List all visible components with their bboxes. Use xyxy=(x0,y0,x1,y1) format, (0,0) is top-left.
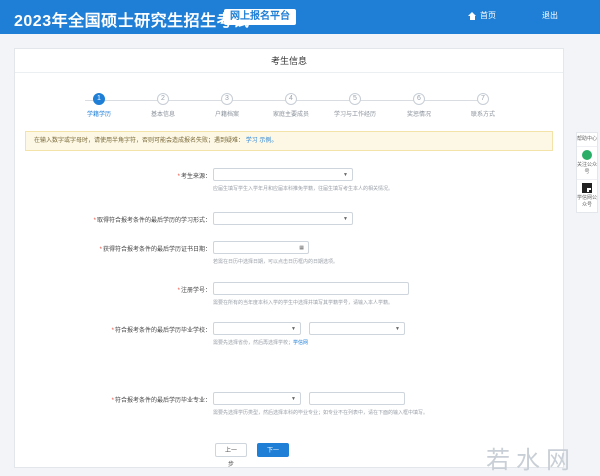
exit-link[interactable]: 退出 xyxy=(542,10,558,21)
xuexin-link[interactable]: 学信网 xyxy=(293,340,308,346)
step-label: 家庭主要成员 xyxy=(272,112,309,118)
chevron-down-icon: ▼ xyxy=(343,172,348,178)
side-float-bar: 帮助中心 关注公众号 学信网公众号 xyxy=(576,132,598,213)
step-circle: 4 xyxy=(285,93,297,105)
step-label: 联系方式 xyxy=(470,112,495,118)
field-help: 若需在日历中选择日期，可以点击日历框内的日期选项。 xyxy=(213,259,339,265)
notice-link[interactable]: 学习 示例。 xyxy=(246,138,278,144)
notice-banner: 在输入数字或字母时，请使用半角字符，否则可能会造成报名失败；遇到疑难： 学习 示… xyxy=(25,131,553,151)
student-id-input[interactable] xyxy=(213,282,409,295)
chevron-down-icon: ▼ xyxy=(343,216,348,222)
help-center-button[interactable]: 帮助中心 xyxy=(577,133,597,147)
notice-text: 在输入数字或字母时，请使用半角字符，否则可能会造成报名失败；遇到疑难： xyxy=(34,138,245,144)
help-center-label: 帮助中心 xyxy=(577,136,598,142)
step-2[interactable]: 2 基本信息 xyxy=(133,93,193,118)
watermark: 若水网 xyxy=(486,446,576,474)
chevron-down-icon: ▼ xyxy=(395,326,400,332)
wechat-label: 关注公众号 xyxy=(577,162,598,175)
home-icon xyxy=(468,11,477,20)
cert-date-input[interactable]: ▦ xyxy=(213,241,309,254)
card-title: 考生信息 xyxy=(15,49,563,73)
step-circle: 3 xyxy=(221,93,233,105)
step-circle: 2 xyxy=(157,93,169,105)
province-select[interactable]: ▼ xyxy=(213,322,301,335)
field-label: *获得符合报考条件的最后学历证书日期： xyxy=(99,247,211,253)
top-header: 2023年全国硕士研究生招生考试 网上报名平台 首页 退出 xyxy=(0,0,600,34)
prev-button[interactable]: 上一步 xyxy=(215,443,247,468)
calendar-icon: ▦ xyxy=(299,245,304,251)
degree-type-select[interactable]: ▼ xyxy=(213,392,301,405)
site-title: 2023年全国硕士研究生招生考试 xyxy=(14,13,250,30)
step-4[interactable]: 4 家庭主要成员 xyxy=(261,93,321,118)
chevron-down-icon: ▼ xyxy=(291,396,296,402)
qr-code-button[interactable]: 学信网公众号 xyxy=(577,180,597,212)
step-6[interactable]: 6 奖惩情况 xyxy=(389,93,449,118)
platform-badge: 网上报名平台 xyxy=(224,9,296,25)
qr-label: 学信网公众号 xyxy=(577,195,598,208)
field-label: *取得符合报考条件的最后学历的学习形式： xyxy=(93,218,211,224)
field-label: *符合报考条件的最后学历毕业学校： xyxy=(111,328,211,334)
step-label: 学籍学历 xyxy=(86,112,111,118)
step-3[interactable]: 3 户籍档案 xyxy=(197,93,257,118)
main-card: 考生信息 1 学籍学历 2 基本信息 3 户籍档案 4 家庭主要成员 5 学习与… xyxy=(14,48,564,468)
step-7[interactable]: 7 联系方式 xyxy=(453,93,513,118)
school-select[interactable]: ▼ xyxy=(309,322,405,335)
home-label: 首页 xyxy=(480,11,496,20)
step-1[interactable]: 1 学籍学历 xyxy=(69,93,129,118)
wechat-button[interactable]: 关注公众号 xyxy=(577,147,597,180)
field-help: 需要先选择省份，然后再选择学校；学信网 xyxy=(213,340,309,346)
step-label: 户籍档案 xyxy=(214,112,239,118)
step-5[interactable]: 5 学习与工作经历 xyxy=(325,93,385,118)
step-label: 学习与工作经历 xyxy=(333,112,376,118)
field-help: 应届生填写学生入学年月和应届本科推免学籍，往届生填写考生本人的相关情况。 xyxy=(213,186,394,192)
step-circle: 5 xyxy=(349,93,361,105)
field-help: 需要先选择学历类型，然后选择本科的毕业专业；如专业不在列表中，请在下面的输入框中… xyxy=(213,410,429,416)
next-button[interactable]: 下一步 xyxy=(257,443,289,468)
field-help: 需要在所有的当年度本科入学的学生中选择并填写其学籍学号，请输入本人学籍。 xyxy=(213,300,394,306)
progress-steps: 1 学籍学历 2 基本信息 3 户籍档案 4 家庭主要成员 5 学习与工作经历 … xyxy=(55,93,515,123)
source-select[interactable]: ▼ xyxy=(213,168,353,181)
step-label: 奖惩情况 xyxy=(406,112,431,118)
step-circle: 7 xyxy=(477,93,489,105)
field-label: *注册学号： xyxy=(177,288,211,294)
home-link[interactable]: 首页 xyxy=(468,10,496,21)
step-circle: 1 xyxy=(93,93,105,105)
wechat-icon xyxy=(582,150,592,160)
major-input[interactable] xyxy=(309,392,405,405)
step-circle: 6 xyxy=(413,93,425,105)
field-label: *符合报考条件的最后学历毕业专业： xyxy=(111,398,211,404)
chevron-down-icon: ▼ xyxy=(291,326,296,332)
step-label: 基本信息 xyxy=(150,112,175,118)
qr-code-icon xyxy=(582,183,592,193)
exit-label: 退出 xyxy=(542,11,558,20)
field-label: *考生来源： xyxy=(177,174,211,180)
study-form-select[interactable]: ▼ xyxy=(213,212,353,225)
